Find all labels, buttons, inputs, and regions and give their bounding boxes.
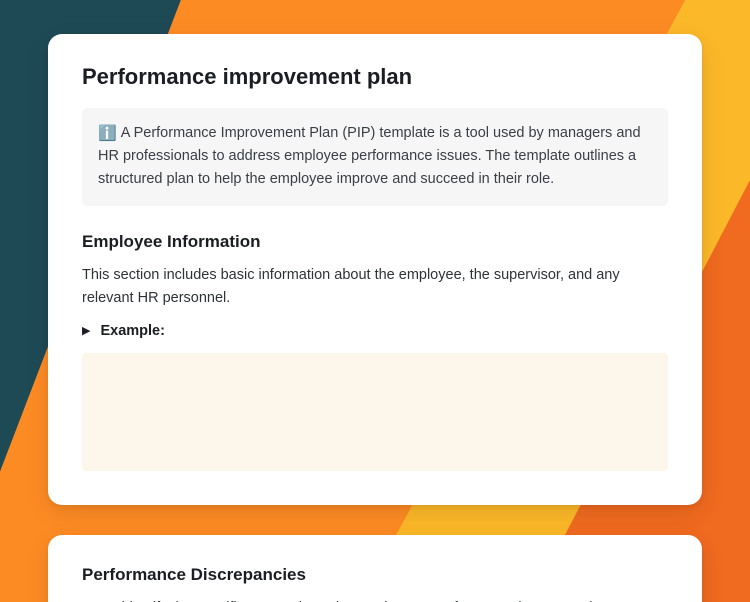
section-body-discrepancies: Here, identify the specific areas where … bbox=[82, 597, 668, 602]
card-discrepancies: Performance Discrepancies Here, identify… bbox=[48, 535, 702, 602]
section-body-employee-info: This section includes basic information … bbox=[82, 264, 668, 309]
page-scroll-area: Performance improvement plan ℹ️A Perform… bbox=[0, 0, 750, 602]
info-callout: ℹ️A Performance Improvement Plan (PIP) t… bbox=[82, 108, 668, 206]
example-label: Example: bbox=[100, 323, 164, 339]
card-main: Performance improvement plan ℹ️A Perform… bbox=[48, 34, 702, 505]
example-toggle[interactable]: ▶ Example: bbox=[82, 323, 668, 339]
section-heading-discrepancies: Performance Discrepancies bbox=[82, 565, 668, 585]
page-title: Performance improvement plan bbox=[82, 64, 668, 90]
example-content-block bbox=[82, 353, 668, 471]
section-heading-employee-info: Employee Information bbox=[82, 232, 668, 252]
triangle-right-icon: ▶ bbox=[82, 326, 90, 337]
callout-text: A Performance Improvement Plan (PIP) tem… bbox=[98, 125, 641, 187]
info-icon: ℹ️ bbox=[98, 122, 117, 145]
